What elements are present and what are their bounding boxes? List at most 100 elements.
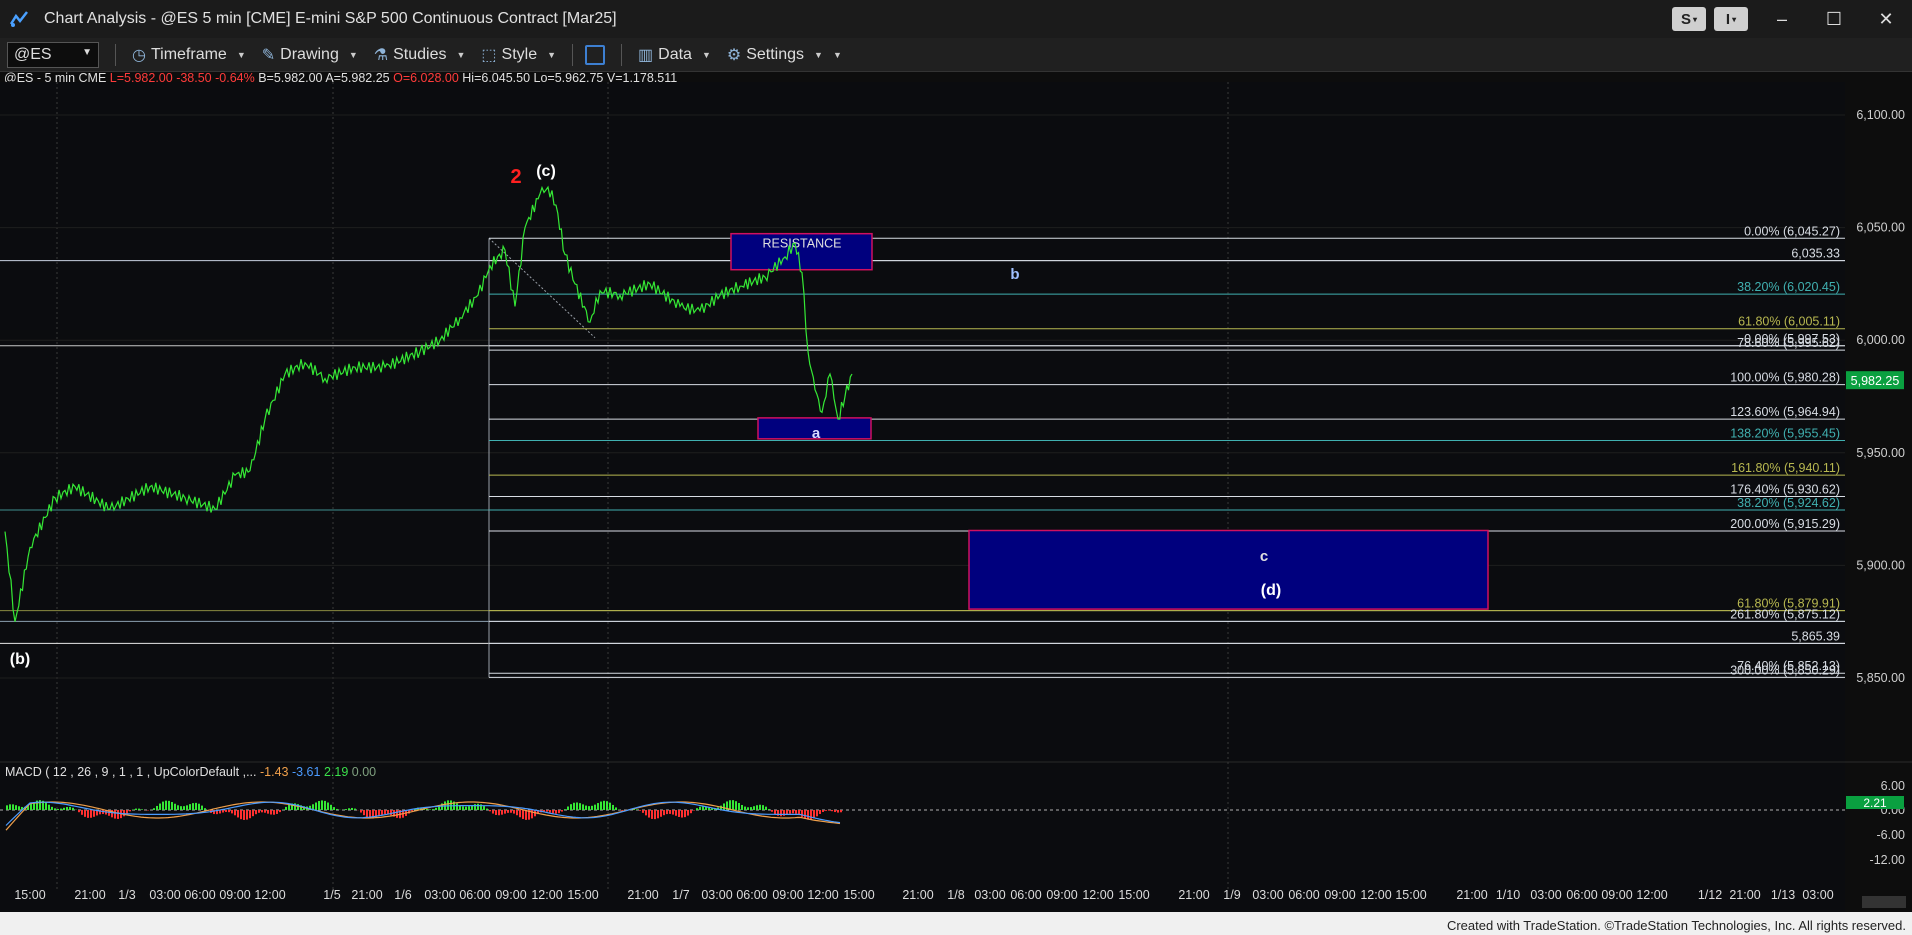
macd-histogram-bar xyxy=(516,810,518,816)
macd-histogram-bar xyxy=(30,804,32,810)
macd-histogram-bar xyxy=(822,810,824,812)
macd-histogram-bar xyxy=(468,806,470,810)
time-tick-label: 03:00 xyxy=(1802,888,1833,902)
macd-histogram-bar xyxy=(315,802,317,810)
layout-icon[interactable] xyxy=(585,44,606,65)
style-menu[interactable]: ⬚ Style ▼ xyxy=(481,45,556,65)
time-tick-label: 21:00 xyxy=(902,888,933,902)
time-tick-label: 12:00 xyxy=(1636,888,1667,902)
macd-histogram-bar xyxy=(648,810,650,818)
studies-menu[interactable]: ⚗ Studies ▼ xyxy=(374,45,466,65)
fib-level-label: 176.40% (5,930.62) xyxy=(1730,482,1840,496)
time-tick-label: 06:00 xyxy=(184,888,215,902)
fib-level-label: 200.00% (5,915.29) xyxy=(1730,517,1840,531)
time-tick-label: 12:00 xyxy=(1082,888,1113,902)
overflow-chevron-icon[interactable]: ▼ xyxy=(833,50,842,60)
tradestation-app-icon xyxy=(9,11,28,27)
macd-histogram-bar xyxy=(645,810,647,816)
macd-histogram-bar xyxy=(642,810,644,813)
macd-histogram-bar xyxy=(114,810,116,819)
time-tick-label: 09:00 xyxy=(495,888,526,902)
chevron-down-icon: ▼ xyxy=(701,49,711,60)
data-menu[interactable]: ▥ Data ▼ xyxy=(638,45,711,65)
i-button[interactable]: I ▾ xyxy=(1714,7,1748,31)
time-tick-label: 21:00 xyxy=(1729,888,1760,902)
macd-histogram-bar xyxy=(759,804,761,810)
macd-label: MACD ( 12 , 26 , 9 , 1 , 1 , UpColorDefa… xyxy=(5,765,376,779)
macd-histogram-bar xyxy=(753,806,755,810)
chevron-down-icon: ▼ xyxy=(456,49,466,60)
wave-label-d-paren: (d) xyxy=(1261,582,1281,599)
close-button[interactable]: ✕ xyxy=(1860,9,1912,30)
macd-histogram-bar xyxy=(243,810,245,820)
fib-level-label: 138.20% (5,955.45) xyxy=(1730,427,1840,441)
chevron-down-icon: ▼ xyxy=(814,49,823,60)
macd-histogram-bar xyxy=(84,810,86,817)
macd-histogram-bar xyxy=(492,810,494,814)
macd-histogram-bar xyxy=(237,810,239,818)
macd-histogram-bar xyxy=(333,807,335,810)
macd-histogram-bar xyxy=(495,810,497,815)
macd-histogram-bar xyxy=(321,800,323,810)
macd-histogram-bar xyxy=(795,810,797,814)
macd-histogram-bar xyxy=(135,808,137,810)
macd-histogram-bar xyxy=(189,804,191,810)
macd-histogram-bar xyxy=(738,803,740,810)
macd-histogram-bar xyxy=(483,806,485,810)
s-button[interactable]: S ▾ xyxy=(1672,7,1706,31)
macd-histogram-bar xyxy=(576,802,578,810)
macd-histogram-bar xyxy=(261,810,263,813)
macd-histogram-bar xyxy=(510,810,512,813)
chart-background xyxy=(0,82,1912,912)
maximize-button[interactable]: ☐ xyxy=(1808,9,1860,30)
macd-histogram-bar xyxy=(570,804,572,810)
macd-histogram-bar xyxy=(132,809,134,810)
time-tick-label: 15:00 xyxy=(843,888,874,902)
time-tick-label: 15:00 xyxy=(567,888,598,902)
macd-histogram-bar xyxy=(789,810,791,814)
scroll-handle[interactable] xyxy=(1862,896,1906,908)
macd-histogram-bar xyxy=(129,810,131,812)
macd-histogram-bar xyxy=(279,810,281,813)
macd-histogram-bar xyxy=(594,804,596,810)
time-tick-label: 1/13 xyxy=(1771,888,1795,902)
wave-label-c: c xyxy=(1260,548,1268,565)
macd-histogram-bar xyxy=(774,810,776,815)
macd-histogram-bar xyxy=(591,805,593,810)
settings-menu[interactable]: ⚙ Settings ▼ xyxy=(727,45,823,65)
macd-histogram-bar xyxy=(675,810,677,816)
pencil-icon: ✎ xyxy=(261,46,276,64)
drawing-menu[interactable]: ✎ Drawing ▼ xyxy=(262,45,358,65)
macd-histogram-bar xyxy=(744,806,746,810)
macd-histogram-bar xyxy=(840,810,842,813)
macd-histogram-bar xyxy=(48,804,50,810)
time-tick-label: 09:00 xyxy=(1601,888,1632,902)
macd-histogram-bar xyxy=(456,803,458,810)
macd-histogram-bar xyxy=(687,810,689,816)
macd-histogram-bar xyxy=(198,803,200,810)
macd-histogram-bar xyxy=(381,810,383,815)
time-tick-label: 12:00 xyxy=(807,888,838,902)
macd-histogram-bar xyxy=(18,806,20,810)
macd-histogram-bar xyxy=(252,810,254,817)
macd-histogram-bar xyxy=(336,808,338,810)
price-tick-label: 6,000.00 xyxy=(1856,333,1905,347)
timeframe-menu[interactable]: ◷ Timeframe ▼ xyxy=(132,45,246,65)
macd-histogram-bar xyxy=(750,807,752,810)
macd-histogram-bar xyxy=(588,806,590,810)
macd-histogram-bar xyxy=(354,808,356,810)
macd-histogram-bar xyxy=(192,803,194,810)
time-tick-label: 03:00 xyxy=(424,888,455,902)
macd-histogram-bar xyxy=(792,810,794,814)
time-tick-label: 06:00 xyxy=(1010,888,1041,902)
minimize-button[interactable]: – xyxy=(1756,9,1808,30)
price-chart[interactable]: 6,100.00 6,050.00 6,000.00 5,950.00 5,900.00… xyxy=(0,82,1912,912)
macd-histogram-bar xyxy=(735,801,737,810)
price-tick-label: 6,050.00 xyxy=(1856,221,1905,235)
macd-histogram-bar xyxy=(615,807,617,810)
macd-histogram-bar xyxy=(816,810,818,817)
symbol-input[interactable]: @ES ▼ xyxy=(7,41,99,68)
macd-histogram-bar xyxy=(651,810,653,819)
fib-level-label: 161.80% (5,940.11) xyxy=(1731,461,1840,475)
macd-histogram-bar xyxy=(63,807,65,810)
